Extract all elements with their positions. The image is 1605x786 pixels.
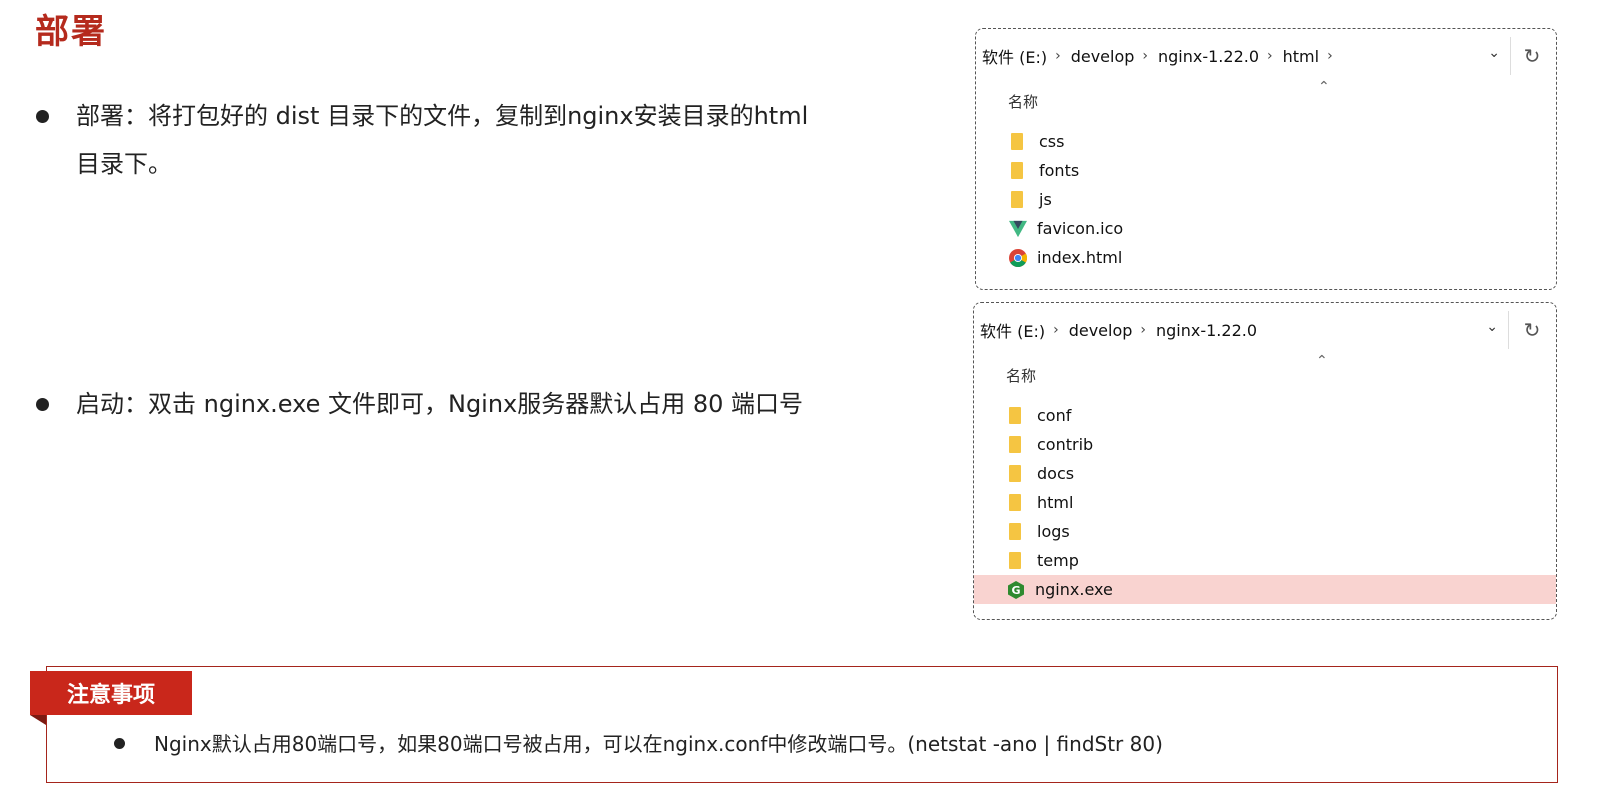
- list-item[interactable]: contrib: [974, 430, 1556, 459]
- file-list: conf contrib docs html logs temp G nginx…: [974, 401, 1556, 604]
- list-item-selected[interactable]: G nginx.exe: [974, 575, 1556, 604]
- bullet-dot: [114, 738, 125, 749]
- column-header-name[interactable]: 名称: [1008, 91, 1038, 112]
- breadcrumb-nginx[interactable]: nginx-1.22.0: [1158, 47, 1259, 66]
- bullet-dot: [36, 398, 49, 411]
- list-item[interactable]: index.html: [976, 243, 1556, 272]
- file-name: logs: [1037, 522, 1070, 541]
- file-name: index.html: [1037, 248, 1123, 267]
- file-name: html: [1037, 493, 1074, 512]
- column-header-name[interactable]: 名称: [1006, 365, 1036, 386]
- sort-up-icon: ⌃: [1318, 79, 1330, 95]
- file-name: contrib: [1037, 435, 1094, 454]
- refresh-icon: ↻: [1523, 318, 1541, 342]
- folder-icon: [1009, 523, 1021, 540]
- folder-icon: [1009, 552, 1021, 569]
- explorer-nginx-folder: 软件 (E:) › develop › nginx-1.22.0 ⌄ ↻ ⌃ 名…: [973, 302, 1557, 620]
- folder-icon: [1009, 494, 1021, 511]
- vue-logo-icon: [1009, 220, 1027, 237]
- notice-text: Nginx默认占用80端口号，如果80端口号被占用，可以在nginx.conf中…: [154, 732, 1163, 756]
- chevron-right-icon: ›: [1053, 322, 1059, 338]
- bullet-start-text: 启动：双击 nginx.exe 文件即可，Nginx服务器默认占用 80 端口号: [76, 390, 804, 418]
- chrome-icon: [1009, 248, 1027, 267]
- breadcrumb-drive[interactable]: 软件 (E:): [980, 318, 1045, 342]
- breadcrumb-develop[interactable]: develop: [1069, 321, 1133, 340]
- folder-icon: [1009, 465, 1021, 482]
- refresh-button[interactable]: ↻: [1508, 311, 1556, 349]
- list-item[interactable]: conf: [974, 401, 1556, 430]
- chevron-right-icon: ›: [1327, 48, 1333, 64]
- chevron-right-icon: ›: [1267, 48, 1273, 64]
- notice-tag: 注意事项: [30, 671, 192, 715]
- list-item[interactable]: temp: [974, 546, 1556, 575]
- slide-title: 部署: [35, 12, 107, 52]
- file-name: conf: [1037, 406, 1072, 425]
- list-item[interactable]: docs: [974, 459, 1556, 488]
- breadcrumb-drive[interactable]: 软件 (E:): [982, 44, 1047, 68]
- list-item[interactable]: fonts: [976, 156, 1556, 185]
- chevron-down-icon[interactable]: ⌄: [1486, 319, 1498, 335]
- folder-icon: [1011, 162, 1023, 179]
- file-name: favicon.ico: [1037, 219, 1124, 238]
- nginx-icon: G: [1008, 580, 1024, 599]
- file-name: nginx.exe: [1035, 580, 1113, 599]
- address-bar[interactable]: 软件 (E:) › develop › nginx-1.22.0 ⌄: [974, 311, 1509, 349]
- chevron-right-icon: ›: [1142, 48, 1148, 64]
- notice-box: [46, 666, 1558, 783]
- explorer-html-folder: 软件 (E:) › develop › nginx-1.22.0 › html …: [975, 28, 1557, 290]
- address-bar[interactable]: 软件 (E:) › develop › nginx-1.22.0 › html …: [976, 37, 1511, 75]
- folder-icon: [1009, 407, 1021, 424]
- list-item[interactable]: js: [976, 185, 1556, 214]
- chevron-right-icon: ›: [1140, 322, 1146, 338]
- folder-icon: [1011, 133, 1023, 150]
- chevron-right-icon: ›: [1055, 48, 1061, 64]
- bullet-deploy-text: 部署：将打包好的 dist 目录下的文件，复制到nginx安装目录的html目录…: [76, 102, 809, 178]
- file-name: css: [1039, 132, 1065, 151]
- chevron-down-icon[interactable]: ⌄: [1488, 45, 1500, 61]
- sort-up-icon: ⌃: [1316, 353, 1328, 369]
- list-item[interactable]: favicon.ico: [976, 214, 1556, 243]
- list-item[interactable]: html: [974, 488, 1556, 517]
- refresh-icon: ↻: [1523, 44, 1541, 68]
- refresh-button[interactable]: ↻: [1508, 37, 1556, 75]
- bullet-dot: [36, 110, 49, 123]
- file-name: temp: [1037, 551, 1079, 570]
- list-item[interactable]: logs: [974, 517, 1556, 546]
- file-name: fonts: [1039, 161, 1080, 180]
- file-name: js: [1039, 190, 1052, 209]
- file-list: css fonts js favicon.ico index.html: [976, 127, 1556, 272]
- tag-fold: [30, 715, 46, 725]
- breadcrumb-develop[interactable]: develop: [1071, 47, 1135, 66]
- breadcrumb-nginx[interactable]: nginx-1.22.0: [1156, 321, 1257, 340]
- breadcrumb-html[interactable]: html: [1283, 47, 1319, 66]
- list-item[interactable]: css: [976, 127, 1556, 156]
- file-name: docs: [1037, 464, 1075, 483]
- folder-icon: [1009, 436, 1021, 453]
- folder-icon: [1011, 191, 1023, 208]
- svg-text:G: G: [1011, 584, 1020, 597]
